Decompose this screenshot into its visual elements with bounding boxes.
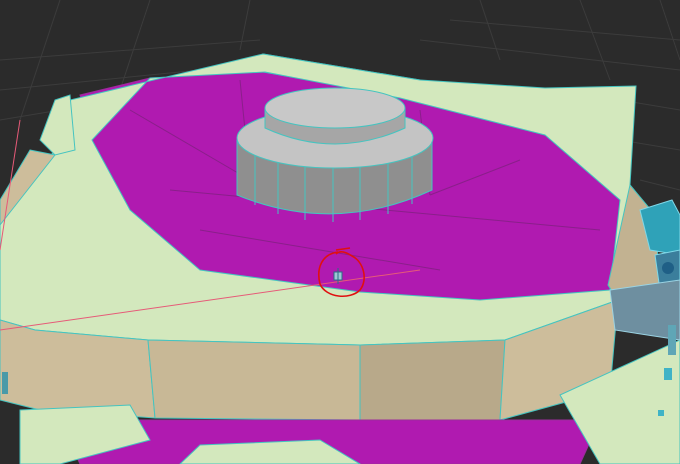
viewport-canvas[interactable]	[0, 0, 680, 464]
3d-viewport[interactable]	[0, 0, 680, 464]
inner-cylinder-top[interactable]	[264, 87, 406, 129]
platform-front-wall-center[interactable]	[147, 339, 361, 421]
platform-front-wall-right[interactable]	[359, 339, 506, 421]
